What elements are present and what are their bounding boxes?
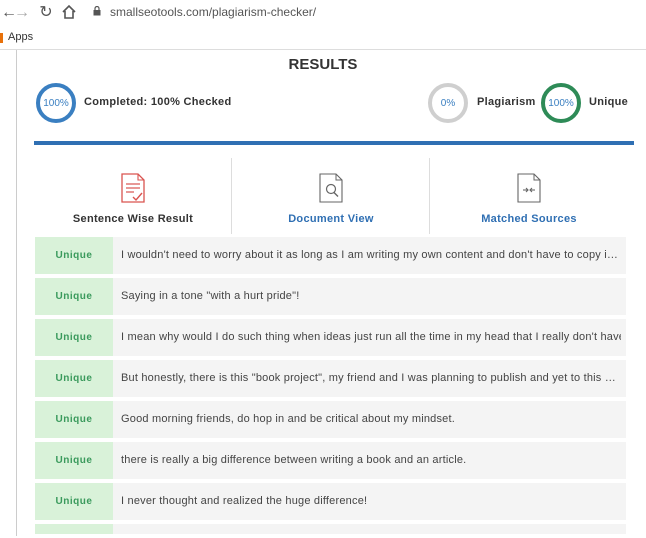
tab-sentence-wise-result[interactable]: Sentence Wise Result (35, 160, 231, 234)
sentence-text: I never thought and realized the huge di… (121, 495, 368, 507)
tab-label: Matched Sources (481, 213, 577, 225)
list-item[interactable]: Unique Saying in a tone "with a hurt pri… (35, 278, 626, 315)
completed-percent: 100% (43, 97, 69, 109)
sentence-text: Saying in a tone "with a hurt pride"! (121, 290, 300, 302)
reload-icon[interactable]: ↻ (37, 4, 55, 22)
tab-matched-sources[interactable]: Matched Sources (431, 160, 627, 234)
address-bar[interactable]: smallseotools.com/plagiarism-checker/ (110, 5, 316, 19)
document-compare-icon (517, 173, 541, 203)
unique-percent: 100% (548, 97, 574, 109)
browser-chrome: ← → ↻ smallseotools.com/plagiarism-check… (0, 0, 646, 50)
status-badge: Unique (35, 483, 113, 520)
sentence-text: I wouldn't need to worry about it as lon… (121, 249, 621, 261)
document-search-icon (319, 173, 343, 203)
forward-arrow-icon[interactable]: → (13, 4, 31, 22)
completed-label: Completed: 100% Checked (84, 96, 232, 108)
status-badge: Unique (35, 360, 113, 397)
sentence-text: I mean why would I do such thing when id… (121, 331, 621, 343)
lock-icon (93, 6, 101, 16)
sentence-text: But honestly, there is this "book projec… (121, 372, 621, 384)
plagiarism-percent: 0% (440, 97, 456, 109)
progress-bar (34, 141, 634, 145)
status-badge: Unique (35, 278, 113, 315)
status-badge: Unique (35, 401, 113, 438)
list-item (35, 524, 626, 534)
report-icon (121, 173, 145, 203)
list-item[interactable]: Unique I wouldn't need to worry about it… (35, 237, 626, 274)
results-title: RESULTS (288, 56, 358, 73)
status-badge: Unique (35, 319, 113, 356)
list-item[interactable]: Unique I never thought and realized the … (35, 483, 626, 520)
home-icon[interactable] (60, 4, 78, 22)
divider (16, 50, 17, 536)
list-item[interactable]: Unique Good morning friends, do hop in a… (35, 401, 626, 438)
sentence-text: Good morning friends, do hop in and be c… (121, 413, 456, 425)
list-item[interactable]: Unique I mean why would I do such thing … (35, 319, 626, 356)
list-item[interactable]: Unique But honestly, there is this "book… (35, 360, 626, 397)
plagiarism-label: Plagiarism (477, 96, 536, 108)
tab-label: Document View (288, 213, 374, 225)
plagiarism-ring: 0% (428, 83, 468, 123)
status-badge: Unique (35, 442, 113, 479)
completed-ring: 100% (36, 83, 76, 123)
unique-ring: 100% (541, 83, 581, 123)
status-badge (35, 524, 113, 534)
apps-grid-icon (0, 33, 3, 43)
divider (231, 158, 232, 234)
unique-label: Unique (589, 96, 629, 108)
divider (429, 158, 430, 234)
divider (0, 49, 646, 50)
tab-label: Sentence Wise Result (72, 213, 194, 225)
tab-document-view[interactable]: Document View (233, 160, 429, 234)
list-item[interactable]: Unique there is really a big difference … (35, 442, 626, 479)
sentence-text: there is really a big difference between… (121, 454, 467, 466)
bookmark-apps[interactable]: Apps (8, 31, 33, 43)
status-badge: Unique (35, 237, 113, 274)
sentence-list: Unique I wouldn't need to worry about it… (35, 237, 626, 538)
